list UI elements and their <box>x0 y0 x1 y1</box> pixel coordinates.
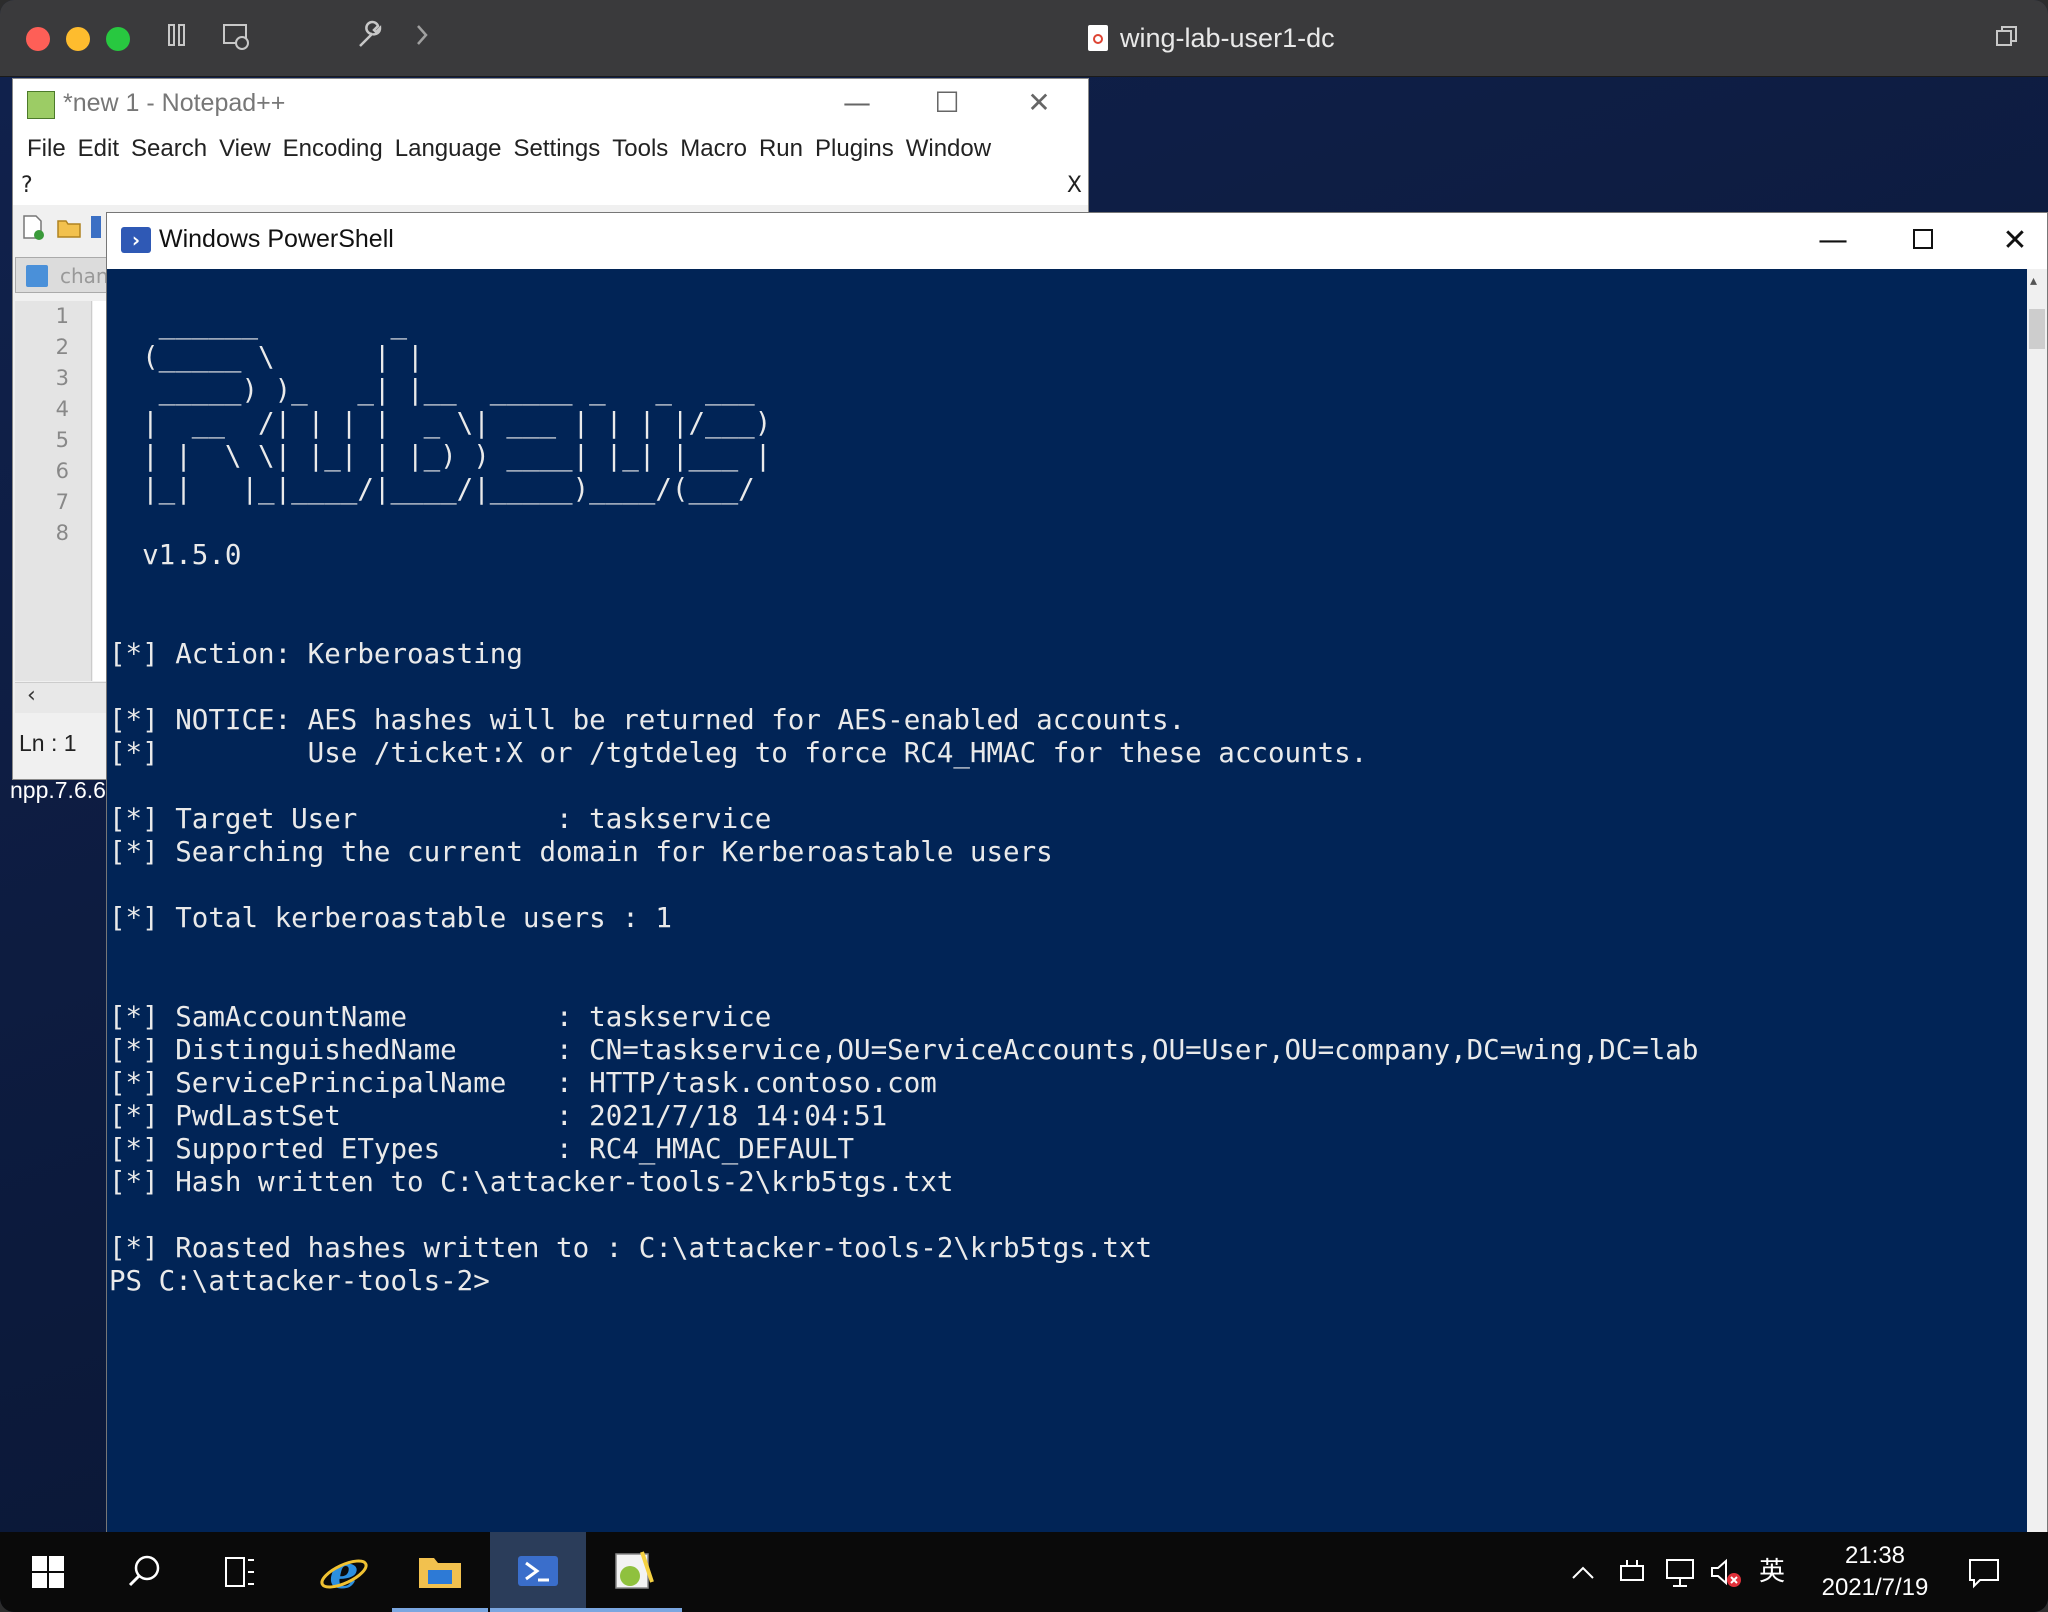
desktop-icon-label[interactable]: npp.7.6.6 <box>10 777 106 804</box>
close-icon[interactable]: ✕ <box>1019 87 1059 119</box>
menu-run[interactable]: Run <box>753 129 809 171</box>
clock-date: 2021/7/19 <box>1821 1574 1929 1601</box>
new-file-icon[interactable] <box>19 213 47 241</box>
line-number: 6 <box>55 459 69 483</box>
input-method-indicator[interactable]: 英 <box>1752 1532 1792 1612</box>
menu-macro[interactable]: Macro <box>674 129 753 171</box>
clock-time: 21:38 <box>1844 1542 1906 1569</box>
menu-encoding[interactable]: Encoding <box>277 129 389 171</box>
mac-titlebar: wing-lab-user1-dc <box>0 0 2048 77</box>
search-icon[interactable] <box>96 1532 192 1612</box>
line-number: 4 <box>55 397 69 421</box>
internet-explorer-icon[interactable]: e <box>296 1532 392 1612</box>
menu-file[interactable]: File <box>21 129 72 171</box>
terminal-text: ______ _ (_____ \ | | _____) )_ _| |__ _… <box>109 308 1699 1297</box>
taskbar: e 英 21:38 2021/7/19 <box>0 1532 2048 1612</box>
active-indicator <box>490 1608 586 1612</box>
show-hidden-icons-icon[interactable] <box>1564 1532 1602 1612</box>
menu-tools[interactable]: Tools <box>606 129 674 171</box>
menu-view[interactable]: View <box>213 129 277 171</box>
network-icon[interactable] <box>1660 1532 1700 1612</box>
menu-window[interactable]: Window <box>900 129 997 171</box>
menu-search[interactable]: Search <box>125 129 213 171</box>
action-center-icon[interactable] <box>1962 1532 2006 1612</box>
line-number: 5 <box>55 428 69 452</box>
powershell-window: › Windows PowerShell — ✕ ______ _ (_____… <box>106 212 2048 1534</box>
scroll-up-icon[interactable]: ▴ <box>2030 273 2037 289</box>
svg-text:e: e <box>329 1545 358 1599</box>
restore-icon[interactable] <box>1992 22 2022 52</box>
horizontal-scrollbar[interactable]: ‹ <box>15 682 115 713</box>
running-indicator <box>392 1608 488 1612</box>
chevron-right-icon[interactable] <box>404 20 440 56</box>
maximize-icon[interactable] <box>1893 221 1953 261</box>
menu-language[interactable]: Language <box>389 129 508 171</box>
volume-muted-icon[interactable] <box>1706 1532 1746 1612</box>
menu-settings[interactable]: Settings <box>508 129 607 171</box>
start-button[interactable] <box>0 1532 96 1612</box>
minimize-icon[interactable]: — <box>837 87 877 119</box>
document-icon <box>1088 25 1108 51</box>
status-bar: Ln : 1 <box>15 725 115 761</box>
menu-plugins[interactable]: Plugins <box>809 129 900 171</box>
close-icon[interactable]: ✕ <box>1985 221 2045 261</box>
zoom-window-button[interactable] <box>106 27 130 51</box>
scroll-left-icon[interactable]: ‹ <box>27 683 36 708</box>
task-view-icon[interactable] <box>192 1532 288 1612</box>
maximize-icon[interactable]: ☐ <box>927 87 967 119</box>
powershell-icon: › <box>121 227 151 253</box>
file-explorer-icon[interactable] <box>392 1532 488 1612</box>
save-icon <box>26 265 48 287</box>
terminal-output[interactable]: ______ _ (_____ \ | | _____) )_ _| |__ _… <box>107 269 2027 1533</box>
line-number: 3 <box>55 366 69 390</box>
notepadpp-titlebar: *new 1 - Notepad++ — ☐ ✕ <box>13 79 1088 129</box>
taskbar-clock[interactable]: 21:38 2021/7/19 <box>1800 1540 1950 1604</box>
line-number: 2 <box>55 335 69 359</box>
close-window-button[interactable] <box>26 27 50 51</box>
notepadpp-menubar-row2: ? X <box>13 171 1088 205</box>
minimize-icon[interactable]: — <box>1803 221 1863 261</box>
remote-desktop-icon[interactable] <box>218 20 254 56</box>
menu-help[interactable]: ? <box>21 173 33 198</box>
power-plug-icon[interactable] <box>1612 1532 1652 1612</box>
powershell-taskbar-icon[interactable] <box>490 1532 586 1612</box>
menu-edit[interactable]: Edit <box>72 129 125 171</box>
powershell-titlebar: › Windows PowerShell — ✕ <box>107 213 2047 269</box>
line-number: 8 <box>55 521 69 545</box>
running-indicator <box>586 1608 682 1612</box>
window-title: wing-lab-user1-dc <box>1088 20 1335 56</box>
scroll-thumb[interactable] <box>2029 309 2045 349</box>
notepadpp-title: *new 1 - Notepad++ <box>63 89 286 117</box>
sidebar-toggle-icon[interactable] <box>162 20 198 56</box>
line-number-gutter: 1 2 3 4 5 6 7 8 <box>15 301 92 681</box>
vertical-scrollbar[interactable]: ▴ <box>2027 269 2047 1533</box>
mac-window: wing-lab-user1-dc npp.7.6.6 *new 1 - Not… <box>0 0 2048 1612</box>
tab-document[interactable]: chan <box>15 257 115 293</box>
save-file-icon[interactable] <box>91 213 101 241</box>
notepadpp-taskbar-icon[interactable] <box>586 1532 682 1612</box>
wrench-icon[interactable] <box>352 20 388 56</box>
open-file-icon[interactable] <box>55 213 83 241</box>
powershell-title: Windows PowerShell <box>159 225 394 253</box>
notepadpp-icon <box>27 91 55 119</box>
close-document-button[interactable]: X <box>1067 173 1082 198</box>
line-number: 7 <box>55 490 69 514</box>
minimize-window-button[interactable] <box>66 27 90 51</box>
line-number: 1 <box>55 304 69 328</box>
notepadpp-menubar: File Edit Search View Encoding Language … <box>13 129 1088 171</box>
